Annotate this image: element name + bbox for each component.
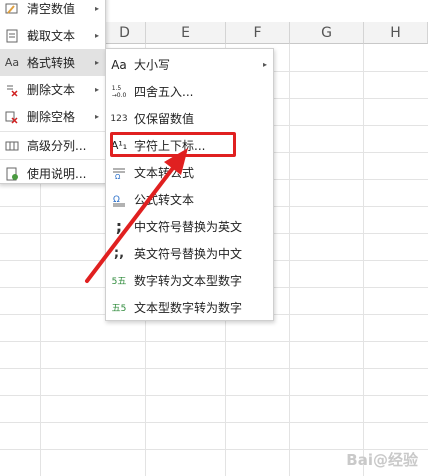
annotation-arrow (85, 148, 188, 283)
watermark: Bai@经验 (346, 451, 418, 469)
